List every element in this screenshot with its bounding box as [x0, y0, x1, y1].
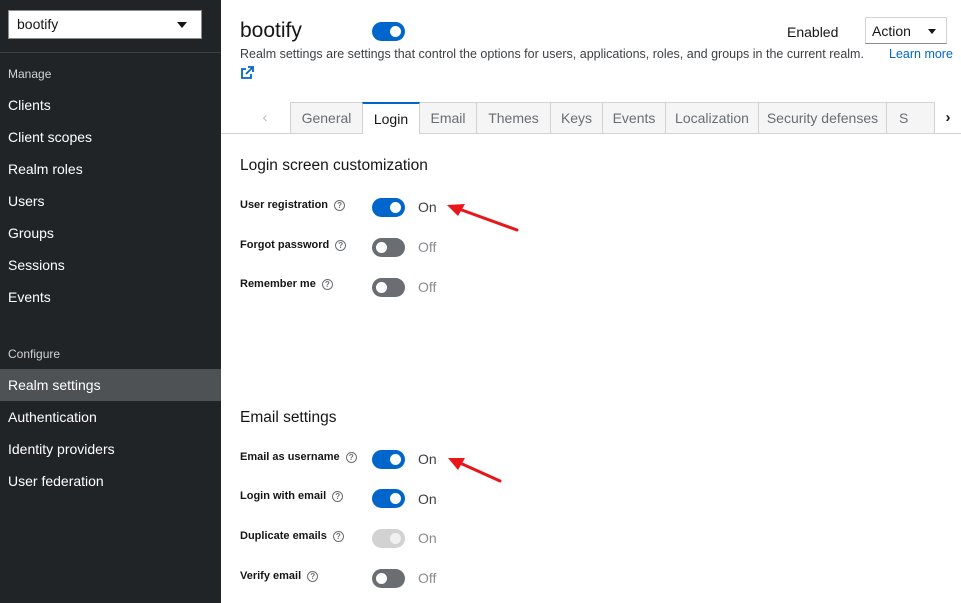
- tab-general[interactable]: General: [291, 102, 363, 133]
- enabled-label: Enabled: [787, 24, 839, 40]
- tab-themes[interactable]: Themes: [477, 102, 551, 133]
- duplicate-emails-state: On: [418, 530, 437, 546]
- sidebar-item-identity-providers[interactable]: Identity providers: [0, 433, 221, 465]
- sidebar-group-manage: Manage: [8, 67, 52, 81]
- sidebar-item-clients[interactable]: Clients: [0, 89, 221, 121]
- email-as-username-toggle[interactable]: [372, 450, 405, 469]
- tab-login[interactable]: Login: [362, 102, 420, 134]
- toggle-knob: [390, 26, 401, 37]
- remember-me-toggle[interactable]: [372, 278, 405, 297]
- verify-email-toggle[interactable]: [372, 569, 405, 588]
- field-label-text: Duplicate emails: [240, 530, 327, 542]
- field-label-duplicate-emails: Duplicate emails?: [240, 530, 344, 542]
- sidebar-item-authentication[interactable]: Authentication: [0, 401, 221, 433]
- field-label-email-as-username: Email as username?: [240, 451, 357, 463]
- tab-bar: ‹ General Login Email Themes Keys Events…: [240, 102, 961, 134]
- forgot-password-toggle[interactable]: [372, 238, 405, 257]
- section-title-email: Email settings: [240, 409, 337, 426]
- toggle-knob: [390, 533, 401, 544]
- help-icon[interactable]: ?: [307, 571, 319, 582]
- red-arrow-icon: [448, 458, 502, 483]
- help-icon[interactable]: ?: [332, 491, 344, 502]
- caret-down-icon: [928, 29, 936, 34]
- section-title-login: Login screen customization: [240, 157, 428, 174]
- login-with-email-state: On: [418, 491, 437, 507]
- toggle-knob: [376, 573, 387, 584]
- verify-email-state: Off: [418, 570, 437, 586]
- field-label-forgot-password: Forgot password?: [240, 239, 347, 251]
- sidebar-item-users[interactable]: Users: [0, 185, 221, 217]
- user-registration-toggle[interactable]: [372, 198, 405, 217]
- tab-events[interactable]: Events: [603, 102, 666, 133]
- toggle-knob: [376, 242, 387, 253]
- sidebar-item-realm-roles[interactable]: Realm roles: [0, 153, 221, 185]
- field-label-login-with-email: Login with email?: [240, 490, 344, 502]
- page-title: bootify: [240, 19, 302, 42]
- toggle-knob: [376, 282, 387, 293]
- help-icon[interactable]: ?: [334, 200, 346, 211]
- scroll-left-icon[interactable]: ‹: [240, 102, 291, 133]
- login-with-email-toggle[interactable]: [372, 489, 405, 508]
- caret-down-icon: [177, 22, 187, 28]
- help-icon[interactable]: ?: [332, 531, 344, 542]
- field-label-user-registration: User registration?: [240, 199, 346, 211]
- sidebar-item-events[interactable]: Events: [0, 281, 221, 313]
- field-label-text: Email as username: [240, 451, 340, 463]
- help-icon[interactable]: ?: [335, 240, 347, 251]
- field-label-verify-email: Verify email?: [240, 570, 319, 582]
- sidebar-divider: [0, 52, 221, 53]
- toggle-knob: [390, 202, 401, 213]
- duplicate-emails-toggle: [372, 529, 405, 548]
- sidebar-item-client-scopes[interactable]: Client scopes: [0, 121, 221, 153]
- action-label: Action: [872, 23, 911, 39]
- sidebar-item-realm-settings[interactable]: Realm settings: [0, 369, 221, 401]
- enabled-toggle[interactable]: [372, 22, 405, 41]
- sidebar: bootify Manage Clients Client scopes Rea…: [0, 0, 221, 603]
- tab-email[interactable]: Email: [420, 102, 477, 133]
- realm-selector-value: bootify: [17, 16, 59, 32]
- red-arrow-icon: [447, 204, 519, 232]
- field-label-remember-me: Remember me?: [240, 278, 333, 290]
- help-icon[interactable]: ?: [345, 452, 357, 463]
- sidebar-item-groups[interactable]: Groups: [0, 217, 221, 249]
- learn-more-link[interactable]: Learn more: [889, 47, 953, 61]
- page-description: Realm settings are settings that control…: [240, 47, 864, 61]
- user-registration-state: On: [418, 199, 437, 215]
- toggle-knob: [390, 493, 401, 504]
- email-as-username-state: On: [418, 451, 437, 467]
- realm-selector[interactable]: bootify: [8, 10, 202, 39]
- tab-keys[interactable]: Keys: [551, 102, 603, 133]
- sidebar-item-user-federation[interactable]: User federation: [0, 465, 221, 497]
- scroll-right-icon[interactable]: ›: [935, 102, 961, 133]
- external-link-icon[interactable]: [240, 66, 254, 80]
- field-label-text: Remember me: [240, 278, 316, 290]
- tab-localization[interactable]: Localization: [666, 102, 759, 133]
- field-label-text: Login with email: [240, 490, 327, 502]
- action-dropdown[interactable]: Action: [865, 17, 947, 44]
- tab-truncated[interactable]: S: [887, 102, 935, 133]
- field-label-text: User registration: [240, 199, 329, 211]
- field-label-text: Verify email: [240, 570, 302, 582]
- sidebar-item-sessions[interactable]: Sessions: [0, 249, 221, 281]
- tab-security-defenses[interactable]: Security defenses: [759, 102, 887, 133]
- field-label-text: Forgot password: [240, 239, 330, 251]
- remember-me-state: Off: [418, 279, 437, 295]
- main-content: bootify Enabled Action Realm settings ar…: [221, 0, 961, 603]
- help-icon[interactable]: ?: [321, 279, 333, 290]
- sidebar-group-configure: Configure: [8, 347, 61, 361]
- forgot-password-state: Off: [418, 239, 437, 255]
- toggle-knob: [390, 454, 401, 465]
